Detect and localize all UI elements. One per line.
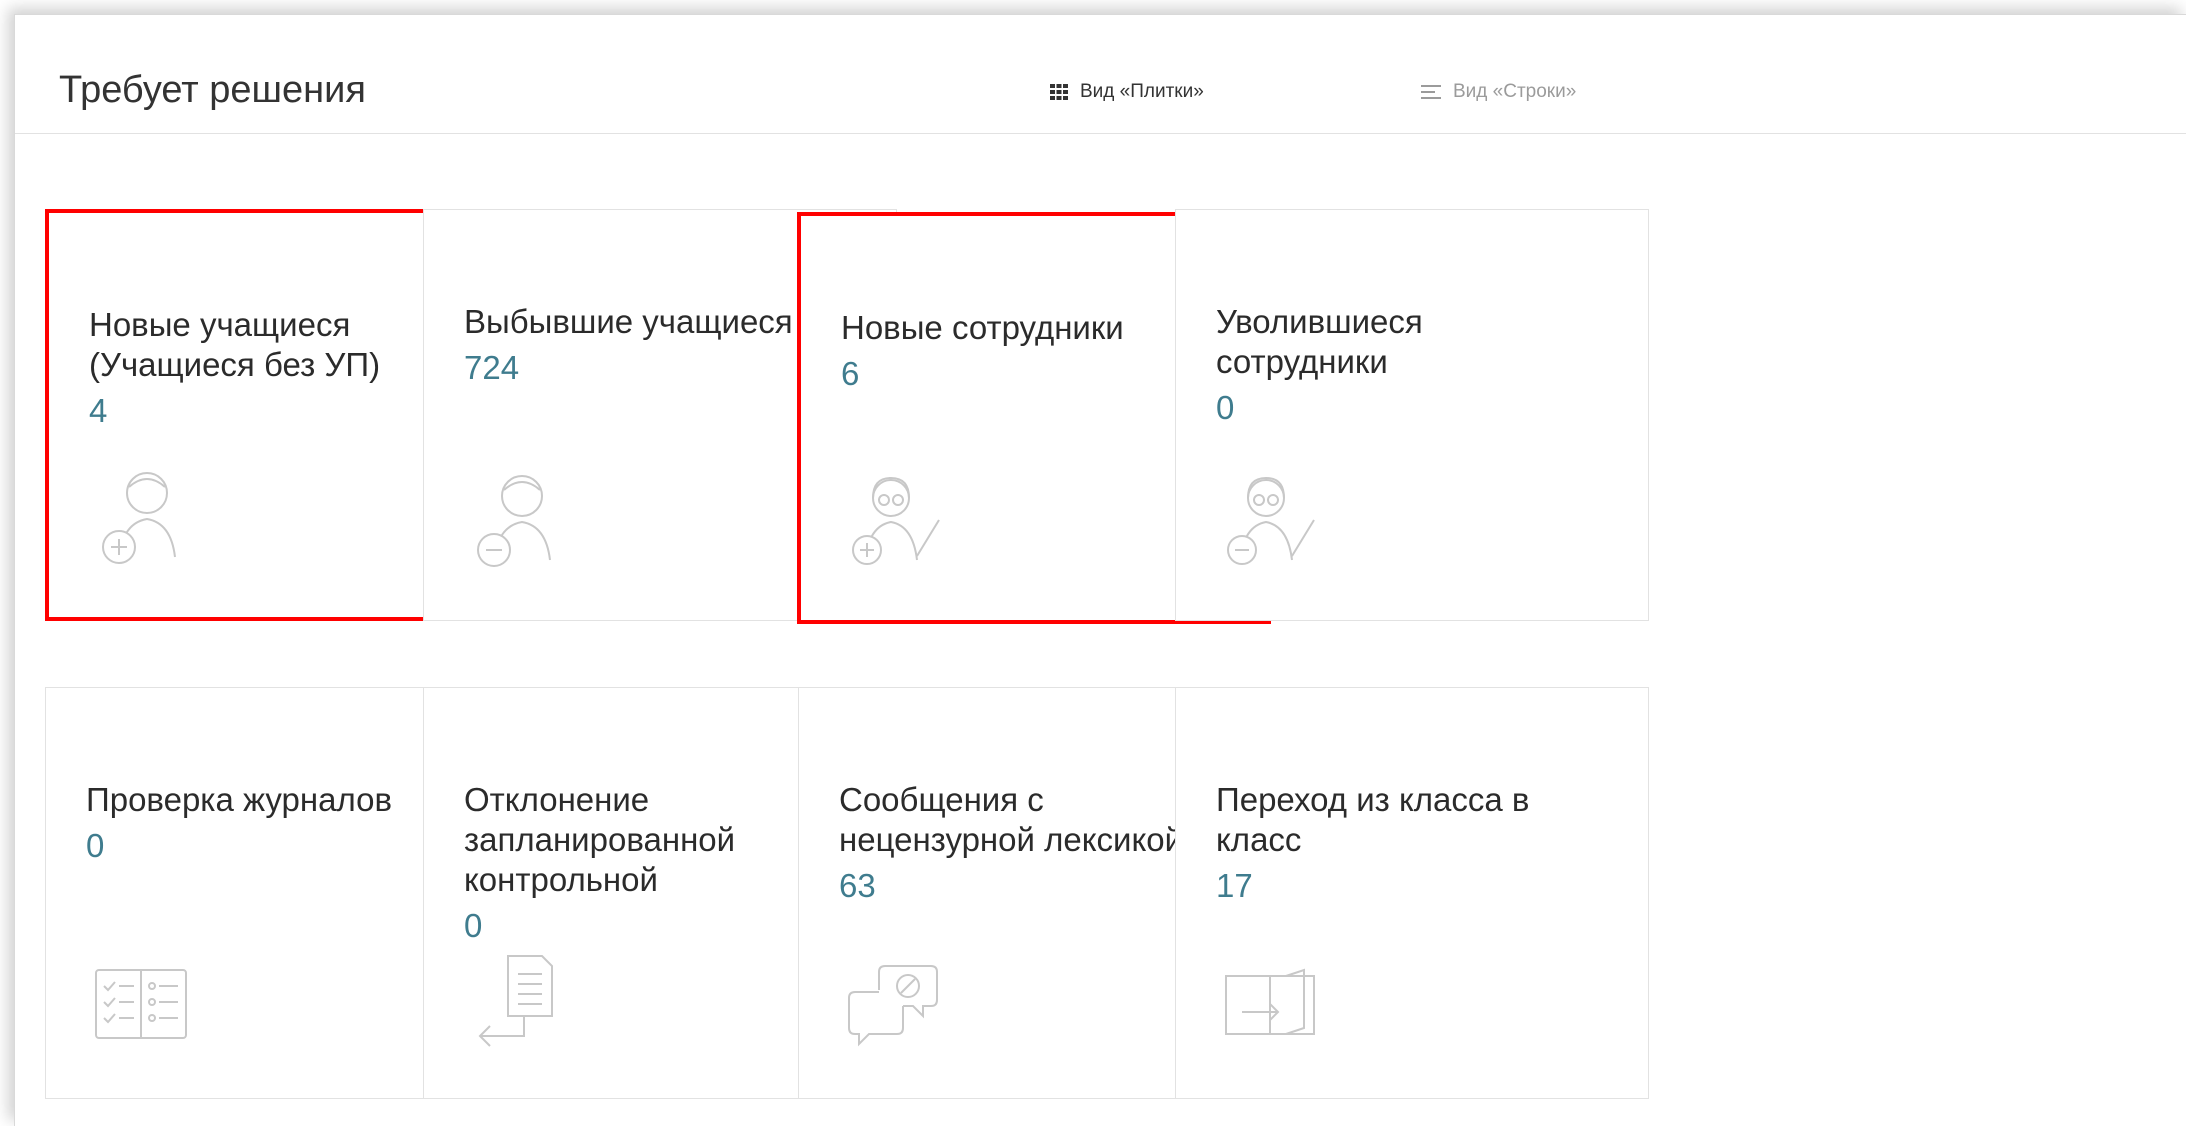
- list-lines-icon: [1421, 85, 1441, 99]
- chat-blocked-icon: [848, 965, 938, 1047]
- tile-label: Отклонение запланированной контрольной: [464, 781, 736, 898]
- teacher-add-icon: [852, 476, 940, 565]
- tile-label: Переход из класса в класс: [1216, 781, 1530, 858]
- view-rows-label: Вид «Строки»: [1453, 81, 1577, 102]
- page-title: Требует решения: [59, 69, 366, 111]
- tile-count: 17: [1216, 867, 1253, 904]
- student-add-icon: [102, 472, 176, 564]
- tile-label: Сообщения с нецензурной лексикой: [839, 781, 1184, 858]
- teacher-remove-icon: [1227, 476, 1315, 565]
- tile-dismissed-staff[interactable]: Уволившиеся сотрудники 0: [1175, 209, 1649, 621]
- view-tiles-toggle[interactable]: Вид «Плитки»: [1050, 81, 1204, 103]
- grid-icon: [1050, 84, 1068, 100]
- document-return-icon: [478, 955, 553, 1047]
- journal-check-icon: [95, 969, 187, 1039]
- tile-label: Новые учащиеся (Учащиеся без УП): [89, 306, 381, 383]
- class-transfer-icon: [1225, 968, 1315, 1035]
- tile-label: Уволившиеся сотрудники: [1216, 303, 1423, 380]
- view-tiles-label: Вид «Плитки»: [1080, 81, 1204, 102]
- tile-label: Новые сотрудники: [841, 309, 1124, 346]
- dashboard-panel: Требует решения Вид «Плитки» Вид «Строки…: [14, 14, 2186, 1126]
- tile-label: Выбывшие учащиеся: [464, 303, 793, 340]
- tile-class-transfer[interactable]: Переход из класса в класс 17: [1175, 687, 1649, 1099]
- student-remove-icon: [477, 475, 551, 567]
- tile-label: Проверка журналов: [86, 781, 392, 818]
- panel-header: Требует решения Вид «Плитки» Вид «Строки…: [15, 15, 2186, 134]
- view-rows-toggle[interactable]: Вид «Строки»: [1421, 81, 1576, 103]
- tile-count: 0: [1216, 389, 1235, 426]
